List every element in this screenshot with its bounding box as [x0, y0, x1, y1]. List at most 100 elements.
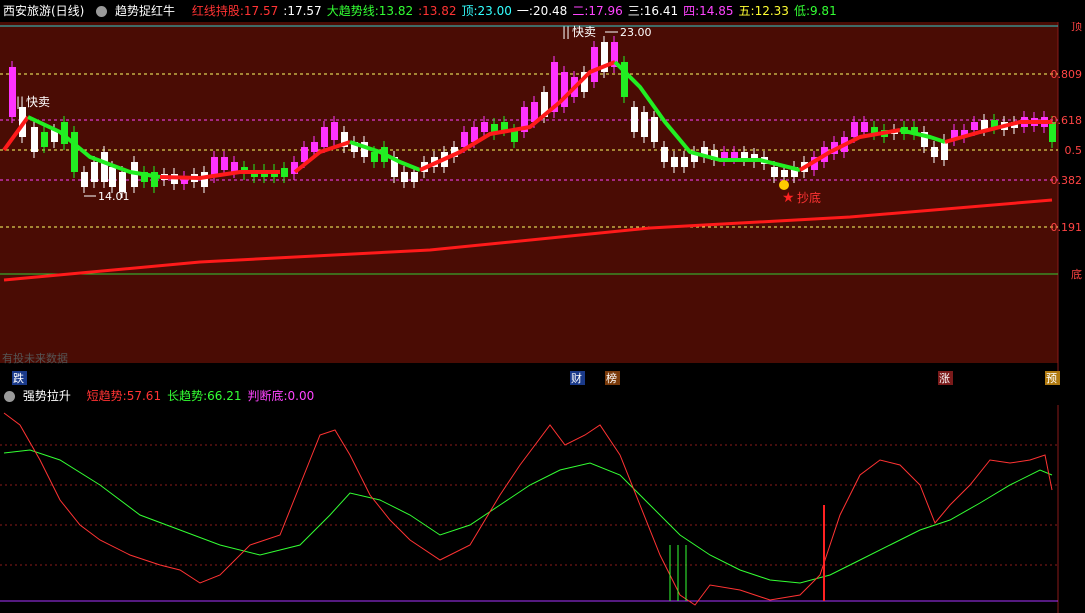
sub-field-value: 57.61: [126, 389, 162, 403]
sub-field-label: 短趋势:: [86, 389, 127, 403]
candle-body[interactable]: [861, 122, 868, 132]
fib-level-label: 0.5: [1065, 144, 1083, 157]
candle-body[interactable]: [41, 132, 48, 147]
indicator-field-value: 17.57: [287, 4, 322, 18]
indicator-field-value: 20.48: [532, 4, 568, 18]
buy-signal-icon: [779, 180, 789, 190]
indicator-field-value: 23.00: [477, 4, 512, 18]
indicator-field-label: 大趋势线:: [326, 4, 379, 18]
candle-body[interactable]: [101, 152, 108, 182]
candle-body[interactable]: [781, 170, 788, 177]
candle-body[interactable]: [971, 122, 978, 130]
candle-body[interactable]: [331, 122, 338, 140]
indicator-field-label: 四:: [683, 4, 700, 18]
event-tags[interactable]: 跌财榜涨预: [12, 371, 1060, 385]
sub-indicator-header: 强势拉升 短趋势:57.61 长趋势:66.21 判断底:0.00: [0, 387, 1085, 405]
indicator-field-label: 红线持股:: [191, 4, 244, 18]
indicator-field-value: 17.57: [243, 4, 279, 18]
fib-level-label: 0.618: [1051, 114, 1083, 127]
candle-body[interactable]: [119, 172, 126, 192]
buy-star-icon: ★: [782, 190, 795, 206]
indicator-field-value: 12.33: [754, 4, 789, 18]
event-tag[interactable]: 跌: [12, 371, 27, 385]
sub-field-label: 长趋势:: [167, 389, 208, 403]
indicator-field-label: 三:: [627, 4, 644, 18]
sell-signal-1: ||: [16, 95, 24, 109]
price-chart[interactable]: || 快卖 || 快卖 23.00 14.01 ★ 抄底 有投未来数据 顶 0.8…: [0, 22, 1085, 385]
indicator-name[interactable]: 趋势捉红牛: [115, 0, 175, 22]
candle-body[interactable]: [321, 127, 328, 147]
sell-signal-1-label: 快卖: [26, 95, 50, 109]
sub-indicator-values: 短趋势:57.61 长趋势:66.21 判断底:0.00: [81, 387, 315, 405]
candle-body[interactable]: [81, 172, 88, 187]
chart-background: [0, 22, 1058, 363]
candle-body[interactable]: [71, 132, 78, 172]
fib-level-label: 0.809: [1051, 68, 1083, 81]
indicator-field-value: 14.85: [699, 4, 734, 18]
candle-body[interactable]: [221, 157, 228, 170]
candle-body[interactable]: [109, 167, 116, 187]
indicator-field-value: 13.82: [378, 4, 414, 18]
candle-body[interactable]: [771, 167, 778, 177]
sub-chart-background: [0, 405, 1058, 613]
sell-signal-2: ||: [562, 25, 570, 39]
candle-body[interactable]: [501, 122, 508, 130]
fib-level-label: 0.382: [1051, 174, 1083, 187]
indicator-field-value: 17.96: [588, 4, 623, 18]
candle-body[interactable]: [9, 67, 16, 117]
candle-body[interactable]: [281, 168, 288, 177]
indicator-header: 西安旅游(日线) 趋势捉红牛 红线持股:17.57:17.57 大趋势线:13.8…: [0, 0, 1085, 22]
candle-body[interactable]: [681, 157, 688, 167]
indicator-values: 红线持股:17.57:17.57 大趋势线:13.82:13.82 顶:23.00 一…: [187, 0, 837, 22]
candle-body[interactable]: [481, 122, 488, 132]
event-tag[interactable]: 涨: [938, 371, 953, 385]
candle-body[interactable]: [91, 162, 98, 182]
candle-body[interactable]: [731, 152, 738, 158]
candle-body[interactable]: [641, 112, 648, 137]
candle-body[interactable]: [301, 147, 308, 162]
fib-level-label: 0.191: [1051, 221, 1083, 234]
candle-body[interactable]: [461, 132, 468, 147]
event-tag[interactable]: 榜: [605, 371, 620, 385]
indicator-field-value: 16.41: [643, 4, 679, 18]
candle-body[interactable]: [401, 172, 408, 182]
candle-body[interactable]: [411, 172, 418, 182]
event-tag-label: 涨: [939, 372, 950, 385]
low-price-label: 14.01: [98, 190, 130, 203]
indicator-field-label: 顶:: [461, 4, 478, 18]
sub-indicator-settings-icon[interactable]: [4, 391, 15, 402]
indicator-settings-icon[interactable]: [96, 6, 108, 17]
strength-chart[interactable]: [0, 405, 1085, 613]
sub-field-label: 判断底:: [247, 389, 288, 403]
event-tag-label: 财: [571, 371, 582, 385]
candle-body[interactable]: [591, 47, 598, 82]
event-tag-label: 预: [1046, 372, 1057, 385]
future-data-warning: 有投未来数据: [2, 351, 68, 365]
event-tag-label: 榜: [606, 371, 617, 385]
sub-field-value: 0.00: [287, 389, 315, 403]
indicator-field-label: 五:: [738, 4, 755, 18]
candle-body[interactable]: [671, 157, 678, 167]
high-price-label: 23.00: [620, 26, 652, 39]
candle-body[interactable]: [371, 152, 378, 162]
candle-body[interactable]: [31, 127, 38, 152]
candle-body[interactable]: [651, 117, 658, 142]
fib-level-label: 顶: [1071, 22, 1082, 33]
sell-signal-2-label: 快卖: [572, 25, 596, 39]
sub-indicator-name[interactable]: 强势拉升: [23, 387, 71, 405]
candle-body[interactable]: [311, 142, 318, 152]
indicator-field-value: 13.82: [422, 4, 457, 18]
sub-field-value: 66.21: [207, 389, 242, 403]
indicator-field-label: 低:: [793, 4, 810, 18]
event-tag[interactable]: 预: [1045, 371, 1060, 385]
event-tag[interactable]: 财: [570, 371, 585, 385]
candle-body[interactable]: [661, 147, 668, 162]
candle-body[interactable]: [931, 147, 938, 157]
candle-body[interactable]: [631, 107, 638, 132]
candle-body[interactable]: [851, 122, 858, 137]
event-tag-label: 跌: [13, 371, 24, 385]
indicator-field-label: 一:: [516, 4, 533, 18]
indicator-field-value: 9.81: [809, 4, 837, 18]
stock-title[interactable]: 西安旅游(日线): [3, 0, 84, 22]
buy-signal-label: 抄底: [797, 190, 821, 205]
